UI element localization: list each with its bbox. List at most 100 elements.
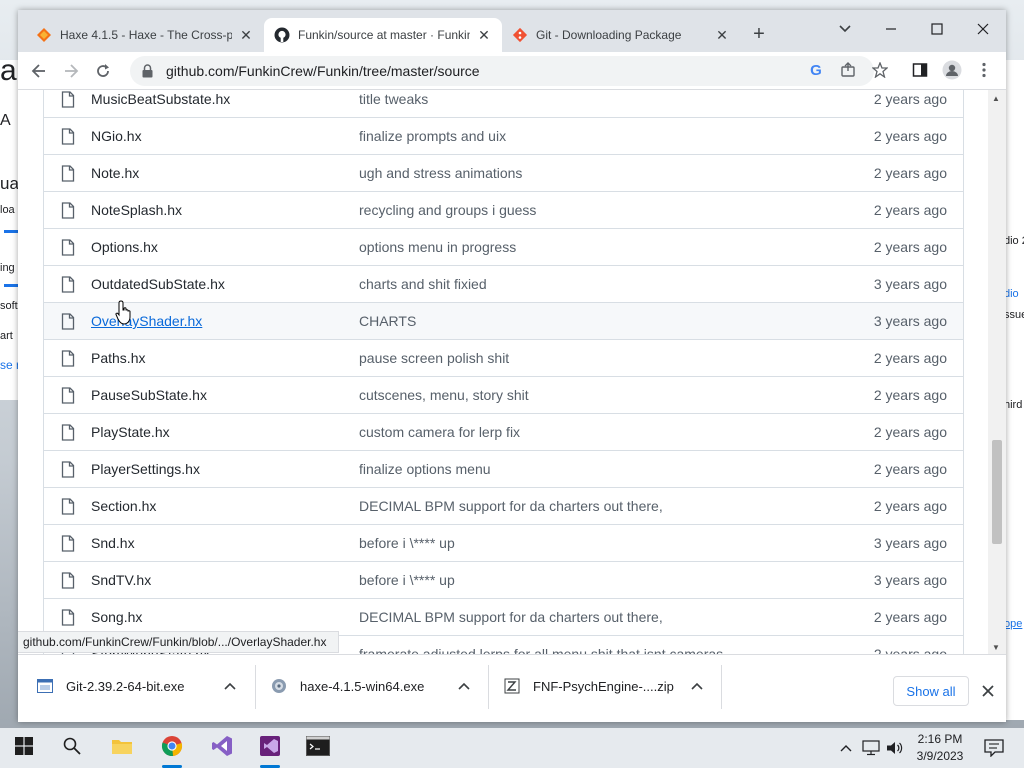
- commit-message-link[interactable]: before i \**** up: [359, 572, 455, 588]
- scroll-down-icon[interactable]: ▼: [992, 643, 1000, 652]
- commit-message-link[interactable]: CHARTS: [359, 313, 416, 329]
- file-explorer-button[interactable]: [98, 728, 146, 768]
- google-icon[interactable]: G: [806, 60, 826, 80]
- download-item-fnf[interactable]: FNF-PsychEngine-....zip: [503, 671, 713, 701]
- volume-icon[interactable]: [884, 738, 906, 758]
- file-name-link[interactable]: Snd.hx: [91, 535, 135, 551]
- minimize-icon[interactable]: [876, 16, 906, 42]
- terminal-button[interactable]: [294, 728, 342, 768]
- commit-age: 2 years ago: [873, 609, 947, 625]
- side-panel-icon[interactable]: [910, 60, 930, 80]
- menu-kebab-icon[interactable]: [974, 60, 994, 80]
- file-name-link[interactable]: OverlayShader.hx: [91, 313, 202, 329]
- chevron-up-icon[interactable]: [222, 678, 238, 694]
- file-name-link[interactable]: PlayerSettings.hx: [91, 461, 200, 477]
- commit-message-link[interactable]: DECIMAL BPM support for da charters out …: [359, 609, 663, 625]
- commit-message-link[interactable]: charts and shit fixied: [359, 276, 487, 292]
- commit-message-link[interactable]: pause screen polish shit: [359, 350, 509, 366]
- reload-button[interactable]: [92, 60, 114, 82]
- file-row[interactable]: PauseSubState.hx cutscenes, menu, story s…: [44, 376, 963, 413]
- file-row[interactable]: SndTV.hx before i \**** up 3 years ago: [44, 561, 963, 598]
- page-scrollbar[interactable]: ▲ ▼: [988, 90, 1006, 654]
- profile-avatar-icon[interactable]: [942, 60, 962, 80]
- commit-message-link[interactable]: finalize options menu: [359, 461, 491, 477]
- file-row[interactable]: OutdatedSubState.hx charts and shit fixie…: [44, 265, 963, 302]
- download-item-haxe[interactable]: haxe-4.1.5-win64.exe: [270, 671, 480, 701]
- scroll-up-icon[interactable]: ▲: [992, 94, 1000, 103]
- file-row[interactable]: NGio.hx finalize prompts and uix 2 years a…: [44, 117, 963, 154]
- file-name-link[interactable]: NoteSplash.hx: [91, 202, 182, 218]
- chrome-button[interactable]: [148, 728, 196, 768]
- commit-age: 2 years ago: [873, 461, 947, 477]
- file-name-link[interactable]: Song.hx: [91, 609, 142, 625]
- file-row[interactable]: Song.hx DECIMAL BPM support for da charte…: [44, 598, 963, 635]
- background-window-right[interactable]: dio 2 dio ssue hird ope: [1004, 60, 1024, 720]
- file-row[interactable]: PlayerSettings.hx finalize options menu 2 …: [44, 450, 963, 487]
- commit-message-link[interactable]: ugh and stress animations: [359, 165, 522, 181]
- download-item-git[interactable]: Git-2.39.2-64-bit.exe: [36, 671, 246, 701]
- file-name-link[interactable]: Options.hx: [91, 239, 158, 255]
- close-download-shelf-icon[interactable]: [978, 681, 998, 701]
- file-name-link[interactable]: PlayState.hx: [91, 424, 170, 440]
- search-button[interactable]: [48, 728, 96, 768]
- network-icon[interactable]: [860, 738, 882, 758]
- tray-overflow-chevron-icon[interactable]: [836, 738, 856, 758]
- commit-message-link[interactable]: DECIMAL BPM support for da charters out …: [359, 498, 663, 514]
- file-row[interactable]: Snd.hx before i \**** up 3 years ago: [44, 524, 963, 561]
- share-icon[interactable]: [838, 60, 858, 80]
- tab-github[interactable]: Funkin/source at master · FunkinCrew/Fun…: [264, 18, 502, 52]
- tab-git[interactable]: Git - Downloading Package ✕: [502, 18, 740, 52]
- commit-message-link[interactable]: cutscenes, menu, story shit: [359, 387, 529, 403]
- address-bar[interactable]: github.com/FunkinCrew/Funkin/tree/master…: [130, 56, 874, 86]
- taskbar-clock[interactable]: 2:16 PM 3/9/2023: [912, 731, 968, 765]
- file-row[interactable]: Section.hx DECIMAL BPM support for da cha…: [44, 487, 963, 524]
- file-row[interactable]: OverlayShader.hx CHARTS 3 years ago: [44, 302, 963, 339]
- chrome-icon: [161, 735, 183, 762]
- commit-message-link[interactable]: title tweaks: [359, 91, 428, 107]
- file-row[interactable]: PlayState.hx custom camera for lerp fix 2 …: [44, 413, 963, 450]
- file-name-link[interactable]: Note.hx: [91, 165, 139, 181]
- forward-button[interactable]: [60, 60, 82, 82]
- visual-studio-installer-button[interactable]: [246, 728, 294, 768]
- start-button[interactable]: [0, 728, 48, 768]
- file-name-link[interactable]: OutdatedSubState.hx: [91, 276, 225, 292]
- file-icon: [61, 239, 75, 256]
- commit-message-link[interactable]: options menu in progress: [359, 239, 516, 255]
- commit-age: 3 years ago: [873, 313, 947, 329]
- tab-haxe[interactable]: Haxe 4.1.5 - Haxe - The Cross-platform T…: [26, 18, 264, 52]
- scrollbar-thumb[interactable]: [992, 440, 1002, 544]
- close-tab-icon[interactable]: ✕: [714, 27, 730, 44]
- show-all-button[interactable]: Show all: [893, 676, 969, 706]
- file-row[interactable]: Options.hx options menu in progress 2 year…: [44, 228, 963, 265]
- maximize-icon[interactable]: [922, 16, 952, 42]
- close-tab-icon[interactable]: ✕: [476, 27, 492, 44]
- file-name-link[interactable]: NGio.hx: [91, 128, 142, 144]
- lock-icon[interactable]: [142, 64, 156, 78]
- chevron-up-icon[interactable]: [456, 678, 472, 694]
- file-name-link[interactable]: Section.hx: [91, 498, 156, 514]
- file-row[interactable]: MusicBeatSubstate.hx title tweaks 2 years …: [44, 90, 963, 117]
- commit-message-link[interactable]: custom camera for lerp fix: [359, 424, 520, 440]
- close-tab-icon[interactable]: ✕: [238, 27, 254, 44]
- commit-message-link[interactable]: before i \**** up: [359, 535, 455, 551]
- file-name-link[interactable]: Paths.hx: [91, 350, 145, 366]
- close-window-icon[interactable]: [968, 16, 998, 42]
- file-icon: [61, 461, 75, 478]
- tab-search-icon[interactable]: [830, 16, 860, 42]
- notifications-icon[interactable]: [980, 738, 1008, 758]
- bookmark-star-icon[interactable]: [870, 60, 890, 80]
- file-row[interactable]: Note.hx ugh and stress animations 2 years …: [44, 154, 963, 191]
- file-name-link[interactable]: MusicBeatSubstate.hx: [91, 91, 230, 107]
- file-name-link[interactable]: SndTV.hx: [91, 572, 151, 588]
- commit-message-link[interactable]: finalize prompts and uix: [359, 128, 506, 144]
- back-button[interactable]: [28, 60, 50, 82]
- commit-message-link[interactable]: recycling and groups i guess: [359, 202, 536, 218]
- visual-studio-button[interactable]: [198, 728, 246, 768]
- page-content: MusicBeatSubstate.hx title tweaks 2 years …: [18, 90, 1006, 654]
- commit-message-link[interactable]: framerate adjusted lerps for all menu sh…: [359, 646, 723, 654]
- chevron-up-icon[interactable]: [689, 678, 705, 694]
- file-row[interactable]: Paths.hx pause screen polish shit 2 years …: [44, 339, 963, 376]
- file-row[interactable]: NoteSplash.hx recycling and groups i gues…: [44, 191, 963, 228]
- new-tab-button[interactable]: +: [748, 24, 770, 46]
- file-name-link[interactable]: PauseSubState.hx: [91, 387, 207, 403]
